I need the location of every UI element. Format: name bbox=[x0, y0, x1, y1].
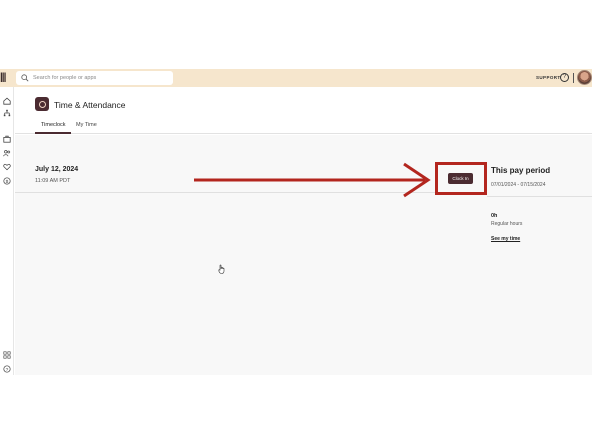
help-circle-icon[interactable]: ? bbox=[2, 364, 11, 373]
heart-icon[interactable] bbox=[2, 162, 11, 171]
org-chart-icon[interactable] bbox=[2, 108, 11, 117]
main-panel: July 12, 2024 11:09 AM PDT Clock In This… bbox=[15, 135, 592, 375]
divider bbox=[487, 196, 592, 197]
page-title: Time & Attendance bbox=[54, 100, 126, 110]
current-time: 11:09 AM PDT bbox=[35, 178, 71, 184]
current-date: July 12, 2024 bbox=[35, 166, 79, 173]
tab-timeclock[interactable]: Timeclock bbox=[41, 122, 66, 128]
pay-period-title: This pay period bbox=[491, 166, 551, 175]
pay-period-range: 07/01/2024 - 07/15/2024 bbox=[491, 182, 546, 188]
svg-text:$: $ bbox=[5, 178, 8, 184]
apps-icon[interactable] bbox=[2, 350, 11, 359]
svg-text:?: ? bbox=[5, 366, 8, 372]
company-logo[interactable]: ||| bbox=[0, 72, 6, 83]
support-link[interactable]: SUPPORT bbox=[536, 75, 561, 80]
highlight-box bbox=[435, 162, 487, 195]
active-tab-indicator bbox=[35, 132, 71, 134]
help-icon[interactable]: ? bbox=[560, 73, 569, 82]
search-icon bbox=[21, 74, 29, 82]
divider bbox=[573, 73, 574, 83]
avatar[interactable] bbox=[577, 70, 592, 85]
top-bar: ||| SUPPORT ? bbox=[0, 69, 592, 87]
search-bar[interactable] bbox=[16, 71, 173, 85]
regular-hours-value: 0h bbox=[491, 213, 498, 219]
dollar-icon[interactable]: $ bbox=[2, 176, 11, 185]
time-attendance-app-icon bbox=[35, 97, 49, 111]
home-icon[interactable] bbox=[2, 96, 11, 105]
tab-my-time[interactable]: My Time bbox=[76, 122, 97, 128]
regular-hours-label: Regular hours bbox=[491, 221, 523, 227]
app-window: ||| SUPPORT ? $ ? bbox=[0, 69, 592, 375]
hand-cursor-icon bbox=[218, 264, 225, 274]
content-area: Time & Attendance Timeclock My Time July… bbox=[15, 87, 592, 375]
search-input[interactable] bbox=[33, 75, 173, 81]
people-icon[interactable] bbox=[2, 148, 11, 157]
sidebar: $ ? bbox=[0, 87, 14, 375]
pay-period-panel: This pay period 07/01/2024 - 07/15/2024 … bbox=[487, 135, 592, 375]
see-my-time-link[interactable]: See my time bbox=[491, 236, 520, 242]
timeclock-card: July 12, 2024 11:09 AM PDT Clock In bbox=[15, 135, 487, 195]
briefcase-icon[interactable] bbox=[2, 134, 11, 143]
app-header: Time & Attendance Timeclock My Time bbox=[15, 87, 592, 134]
